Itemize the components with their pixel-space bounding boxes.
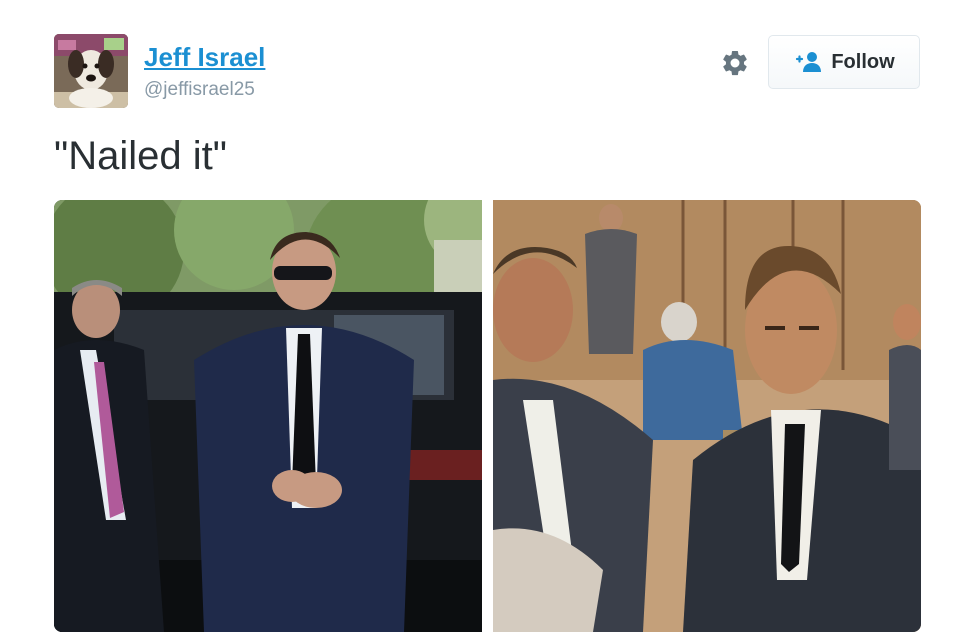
add-user-icon [796,52,822,72]
follow-button[interactable]: Follow [768,35,920,89]
photo-image [54,200,482,632]
tweet-photo-right[interactable] [493,200,921,632]
tweet-card: Jeff Israel @jeffisrael25 Follow "Nailed… [0,0,976,644]
follow-label: Follow [831,50,895,73]
tweet-photo-left[interactable] [54,200,482,632]
avatar[interactable] [54,34,128,108]
avatar-image [54,34,128,108]
settings-button[interactable] [718,46,752,80]
gear-icon [723,50,747,76]
sketch-image [493,200,921,632]
author-handle[interactable]: @jeffisrael25 [144,78,255,102]
tweet-text: "Nailed it" [54,134,227,178]
author-name[interactable]: Jeff Israel [144,40,265,74]
